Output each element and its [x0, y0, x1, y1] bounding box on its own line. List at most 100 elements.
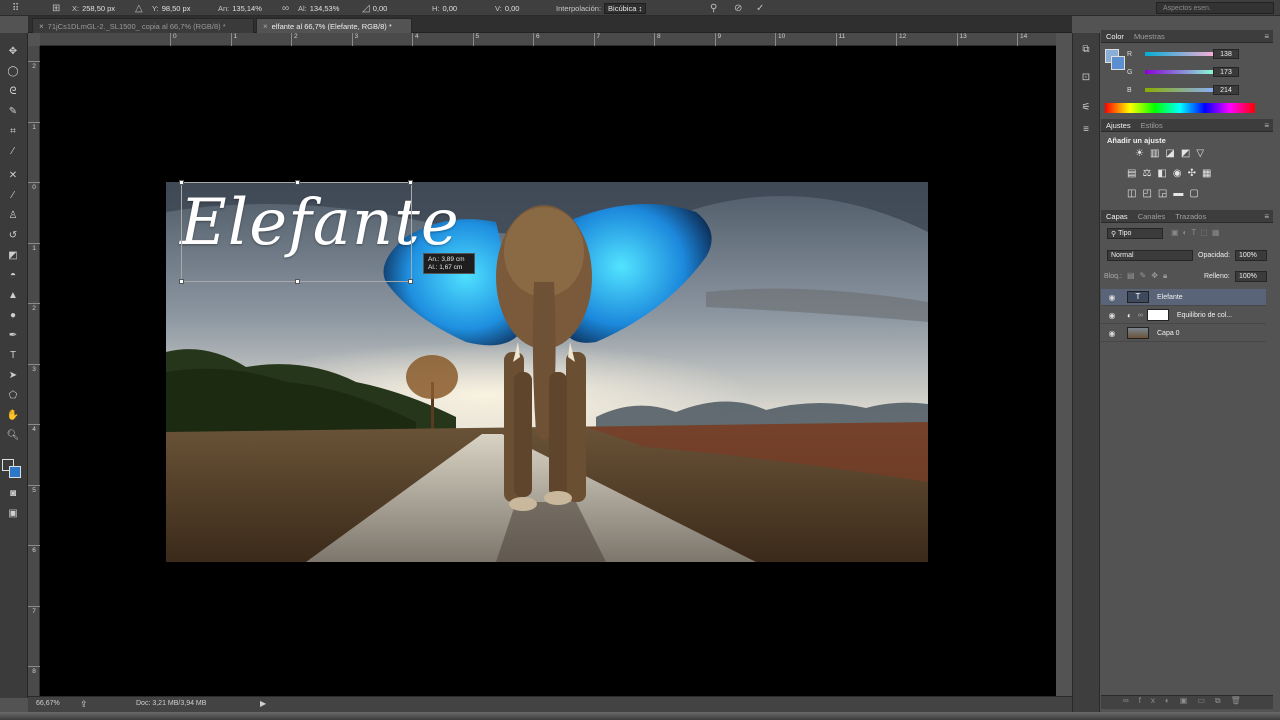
- panel-menu-icon[interactable]: ≡: [1264, 121, 1269, 130]
- commit-transform-icon[interactable]: ✓: [756, 2, 764, 14]
- exposure-icon[interactable]: ◩: [1181, 148, 1190, 159]
- reference-point-grid-icon[interactable]: ⊞: [52, 2, 60, 14]
- blend-mode-select[interactable]: Normal: [1107, 250, 1193, 261]
- move-tool-icon[interactable]: ✥: [4, 43, 22, 59]
- transform-handle[interactable]: [408, 279, 413, 284]
- warp-icon[interactable]: ⚲: [710, 2, 717, 14]
- g-slider[interactable]: G 173: [1127, 66, 1255, 78]
- quick-select-tool-icon[interactable]: ✎: [4, 103, 22, 119]
- panel-menu-icon[interactable]: ≡: [1264, 32, 1269, 41]
- b-value[interactable]: 214: [1213, 85, 1239, 95]
- link-icon[interactable]: ∞: [282, 2, 289, 14]
- tab-document-elfante[interactable]: × elfante al 66,7% (Elefante, RGB/8) *: [256, 18, 412, 33]
- pen-tool-icon[interactable]: ✒: [4, 327, 22, 343]
- curves-icon[interactable]: ◪: [1165, 148, 1174, 159]
- y-field[interactable]: 98,50 px: [162, 4, 191, 13]
- angle-field[interactable]: 0,00: [373, 4, 388, 13]
- zoom-tool-icon[interactable]: 🔍︎: [4, 427, 22, 443]
- adjust-panel-icon[interactable]: ≡: [1077, 121, 1095, 137]
- fill-field[interactable]: 100%: [1235, 271, 1267, 282]
- layer-row-capa-0[interactable]: ◉ Capa 0: [1101, 325, 1266, 342]
- transform-handle[interactable]: [295, 180, 300, 185]
- photo-filter-icon[interactable]: ◉: [1173, 168, 1182, 179]
- layer-mask-thumb[interactable]: [1146, 309, 1169, 321]
- tab-swatches[interactable]: Muestras: [1134, 32, 1165, 41]
- color-spectrum[interactable]: [1105, 103, 1255, 113]
- layer-filter-icons[interactable]: ▣◐T⬚▦: [1171, 228, 1223, 237]
- tab-channels[interactable]: Canales: [1138, 212, 1166, 221]
- chain-link-icon[interactable]: ∞: [1138, 312, 1143, 319]
- transform-handle[interactable]: [179, 279, 184, 284]
- tab-layers[interactable]: Capas: [1106, 212, 1128, 221]
- black-white-icon[interactable]: ◧: [1157, 168, 1166, 179]
- transform-handle[interactable]: [295, 279, 300, 284]
- transform-reference-icon[interactable]: ⠿: [12, 2, 19, 14]
- lasso-tool-icon[interactable]: ᘓ: [4, 83, 22, 99]
- workspace-select[interactable]: Aspectos esen.: [1156, 2, 1274, 14]
- visibility-eye-icon[interactable]: ◉: [1105, 329, 1119, 338]
- properties-panel-icon[interactable]: ⊡: [1077, 69, 1095, 85]
- panel-menu-icon[interactable]: ≡: [1264, 212, 1269, 221]
- screen-mode-icon[interactable]: ▣: [4, 505, 22, 521]
- cancel-transform-icon[interactable]: ⊘: [734, 2, 742, 14]
- status-export-icon[interactable]: ⇪: [80, 699, 88, 710]
- brush-tool-icon[interactable]: ∕: [4, 187, 22, 203]
- color-lookup-icon[interactable]: ▦: [1202, 168, 1211, 179]
- vskew-field[interactable]: 0,00: [505, 4, 520, 13]
- ruler-horizontal[interactable]: 0 1 2 3 4 5 6 7 8 9 10 11 12 13 14: [40, 33, 1056, 46]
- close-icon[interactable]: ×: [39, 22, 44, 31]
- dodge-tool-icon[interactable]: ●: [4, 307, 22, 323]
- r-value[interactable]: 138: [1213, 49, 1239, 59]
- invert-icon[interactable]: ◫: [1127, 188, 1136, 199]
- g-value[interactable]: 173: [1213, 67, 1239, 77]
- width-field[interactable]: 135,14%: [232, 4, 262, 13]
- transform-handle[interactable]: [408, 180, 413, 185]
- shape-tool-icon[interactable]: ⬠: [4, 387, 22, 403]
- hand-tool-icon[interactable]: ✋: [4, 407, 22, 423]
- zoom-level[interactable]: 66,67%: [36, 700, 60, 707]
- lock-icons[interactable]: ▤✎✥🔒︎: [1127, 271, 1172, 281]
- ruler-vertical[interactable]: 2 1 0 1 2 3 4 5 6 7 8: [28, 46, 40, 696]
- marquee-tool-icon[interactable]: ◯: [4, 63, 22, 79]
- paint-bucket-tool-icon[interactable]: ◓: [4, 267, 22, 283]
- tab-adjustments[interactable]: Ajustes: [1106, 121, 1131, 130]
- r-track[interactable]: [1145, 52, 1215, 56]
- free-transform-box[interactable]: [179, 180, 413, 284]
- layers-footer-icons[interactable]: ∞fx◐▣▭⧉🗑︎: [1101, 695, 1273, 709]
- blur-tool-icon[interactable]: ▲: [4, 287, 22, 303]
- history-panel-icon[interactable]: ⧉: [1077, 41, 1095, 57]
- interpolation-select[interactable]: Bicúbica ↕: [604, 2, 647, 14]
- gradient-map-icon[interactable]: ▬: [1173, 188, 1183, 199]
- x-field[interactable]: 258,50 px: [82, 4, 115, 13]
- status-arrow-icon[interactable]: ▶: [260, 699, 266, 708]
- tab-document-copy[interactable]: × 71jCs1DLmGL-2._SL1500_ copia al 66,7% …: [32, 18, 254, 33]
- color-bg-swatch[interactable]: [1111, 56, 1125, 70]
- g-track[interactable]: [1145, 70, 1215, 74]
- background-color-swatch[interactable]: [9, 466, 21, 478]
- hskew-field[interactable]: 0,00: [443, 4, 458, 13]
- vibrance-icon[interactable]: ▽: [1196, 148, 1204, 159]
- delta-icon[interactable]: △: [135, 2, 143, 14]
- b-track[interactable]: [1145, 88, 1215, 92]
- color-balance-icon[interactable]: ⚖: [1142, 168, 1151, 179]
- quick-mask-icon[interactable]: ◙: [4, 485, 22, 501]
- visibility-eye-icon[interactable]: ◉: [1105, 293, 1119, 302]
- doc-size[interactable]: Doc: 3,21 MB/3,94 MB: [136, 700, 206, 707]
- channel-mixer-icon[interactable]: ✣: [1188, 168, 1196, 179]
- eraser-tool-icon[interactable]: ◩: [4, 247, 22, 263]
- hue-saturation-icon[interactable]: ▤: [1127, 168, 1136, 179]
- tab-paths[interactable]: Trazados: [1175, 212, 1206, 221]
- layer-filter-select[interactable]: ⚲ Tipo: [1107, 228, 1163, 239]
- path-select-tool-icon[interactable]: ➤: [4, 367, 22, 383]
- tab-styles[interactable]: Estilos: [1141, 121, 1163, 130]
- healing-tool-icon[interactable]: ✕: [4, 167, 22, 183]
- visibility-eye-icon[interactable]: ◉: [1105, 311, 1119, 320]
- type-tool-icon[interactable]: T: [4, 347, 22, 363]
- threshold-icon[interactable]: ◲: [1158, 188, 1167, 199]
- transform-handle[interactable]: [179, 180, 184, 185]
- crop-tool-icon[interactable]: ⌗: [4, 123, 22, 139]
- clone-stamp-tool-icon[interactable]: ♙: [4, 207, 22, 223]
- layer-row-color-balance[interactable]: ◉ ◐ ∞ Equilibrio de col...: [1101, 307, 1266, 324]
- b-slider[interactable]: B 214: [1127, 84, 1255, 96]
- eyedropper-tool-icon[interactable]: ⁄: [4, 143, 22, 159]
